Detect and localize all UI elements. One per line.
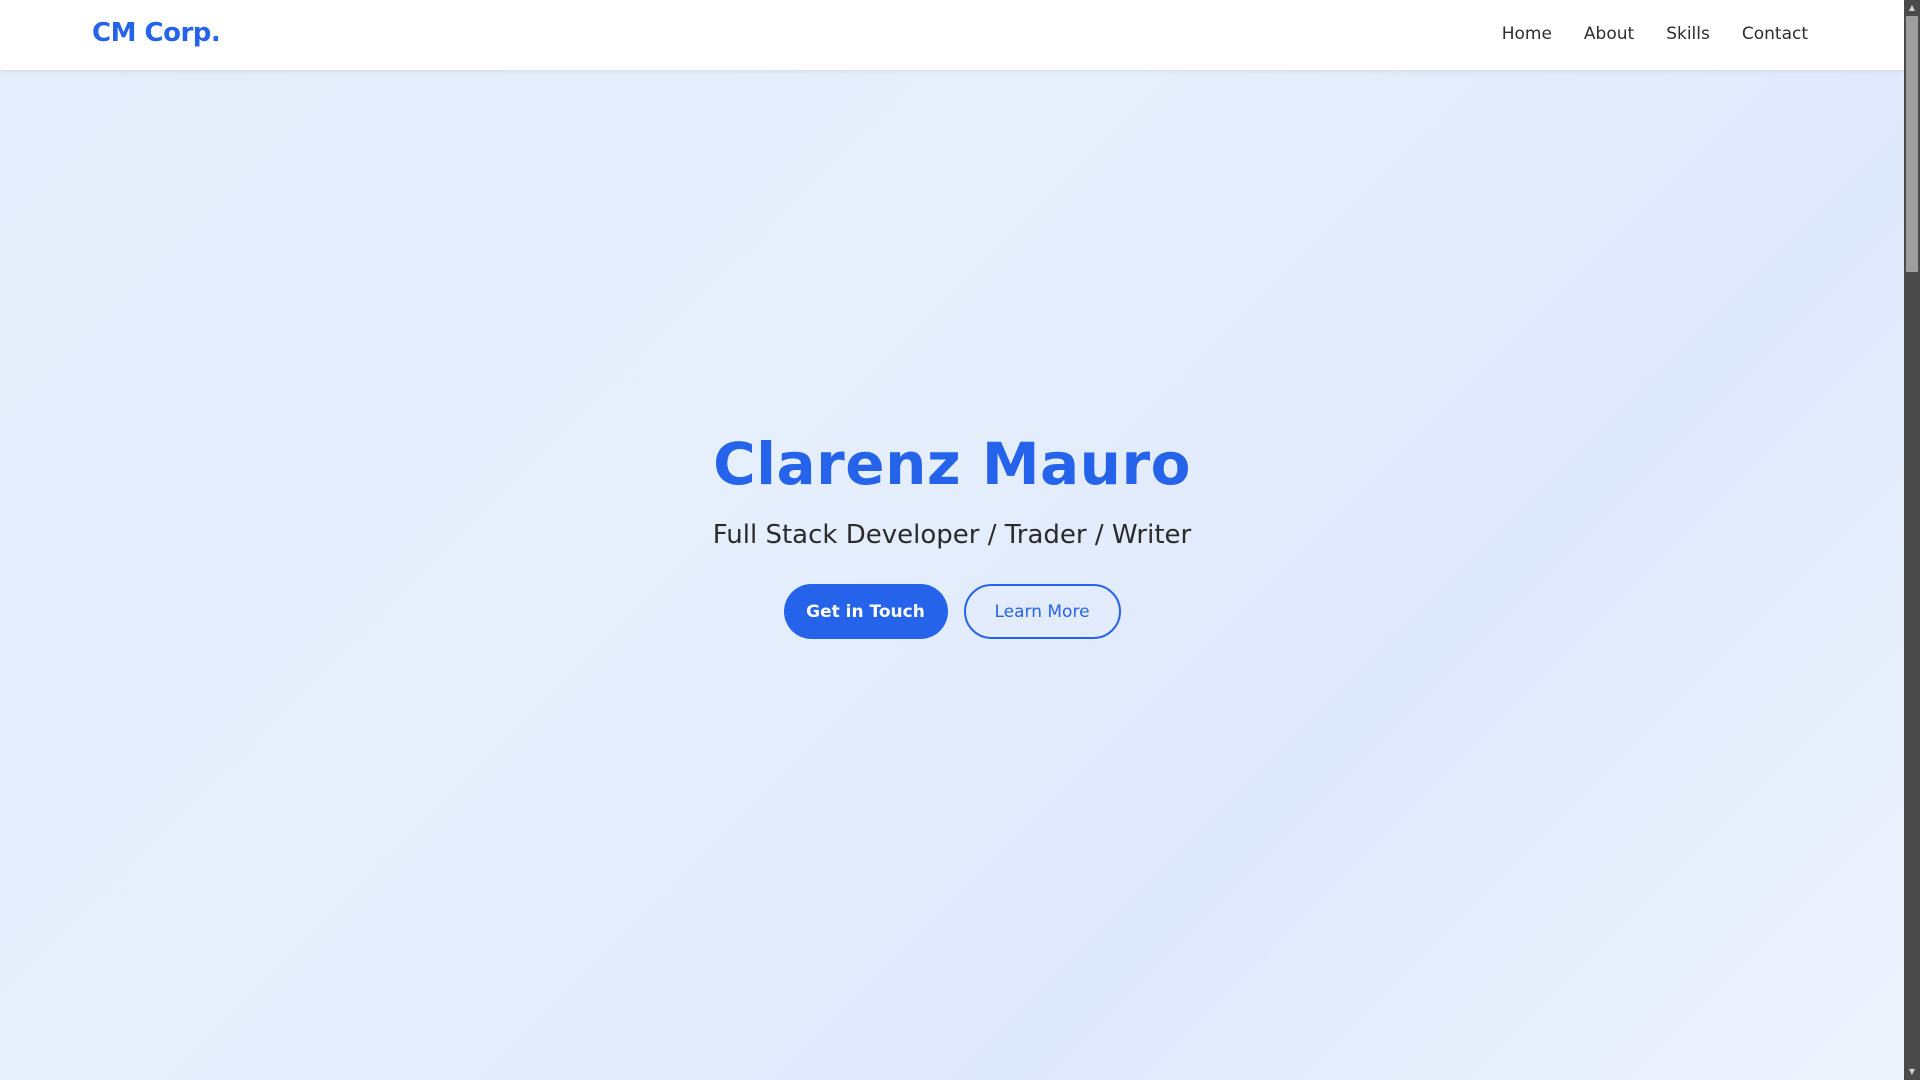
nav-link-contact[interactable]: Contact	[1742, 24, 1808, 44]
nav-link-about[interactable]: About	[1584, 24, 1634, 44]
vertical-scrollbar[interactable]: ▲ ▼	[1904, 0, 1920, 1080]
scrollbar-thumb[interactable]	[1906, 16, 1918, 272]
nav-links: Home About Skills Contact	[1502, 24, 1808, 44]
hero-title: Clarenz Mauro	[713, 430, 1191, 498]
page: CM Corp. Home About Skills Contact Clare…	[0, 0, 1904, 1080]
nav-link-skills[interactable]: Skills	[1666, 24, 1710, 44]
learn-more-button[interactable]: Learn More	[963, 584, 1121, 639]
hero-section: Clarenz Mauro Full Stack Developer / Tra…	[0, 430, 1904, 639]
browser-viewport: CM Corp. Home About Skills Contact Clare…	[0, 0, 1920, 1080]
brand-logo[interactable]: CM Corp.	[92, 18, 221, 48]
navbar: CM Corp. Home About Skills Contact	[0, 0, 1904, 70]
scroll-up-arrow-icon[interactable]: ▲	[1904, 0, 1920, 16]
scroll-down-arrow-icon[interactable]: ▼	[1904, 1064, 1920, 1080]
hero-buttons: Get in Touch Learn More	[0, 584, 1904, 639]
get-in-touch-button[interactable]: Get in Touch	[783, 584, 948, 639]
hero-subtitle: Full Stack Developer / Trader / Writer	[712, 520, 1192, 550]
nav-link-home[interactable]: Home	[1502, 24, 1552, 44]
